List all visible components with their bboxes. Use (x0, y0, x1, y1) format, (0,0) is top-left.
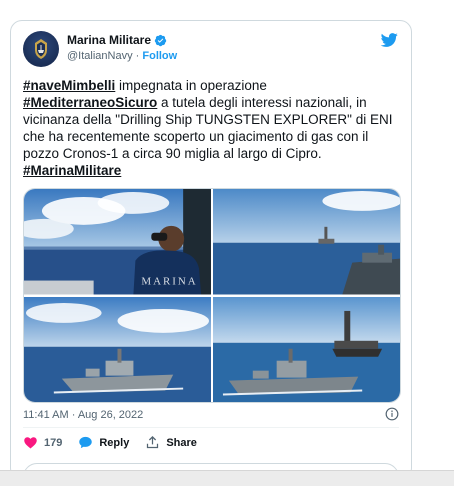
hashtag-link[interactable]: #MarinaMilitare (23, 163, 121, 178)
photo-frigate-image (24, 296, 211, 402)
tweet-header: Marina Militare @ItalianNavy · Follow (23, 31, 399, 71)
twitter-bird-icon[interactable] (379, 31, 399, 49)
photo-frigate-sailing[interactable] (24, 296, 211, 402)
tweet-card: Marina Militare @ItalianNavy · Follow #n… (10, 20, 412, 480)
timestamp[interactable]: 11:41 AM · Aug 26, 2022 (23, 409, 143, 421)
divider (23, 427, 399, 428)
photo-sailor-binoculars[interactable]: MARINA (24, 189, 211, 295)
verified-badge-icon (154, 34, 167, 46)
info-icon[interactable] (385, 407, 399, 421)
separator-dot: · (132, 50, 143, 62)
photo-frigate-drillship-image (213, 296, 400, 402)
photo-frigate-and-drilling-ship[interactable] (213, 296, 400, 402)
reply-bubble-icon (79, 436, 93, 449)
like-button[interactable]: 179 (23, 435, 62, 450)
like-count: 179 (44, 436, 63, 449)
media-grid: MARINA (23, 188, 401, 403)
follow-button[interactable]: Follow (142, 50, 177, 62)
hashtag-link[interactable]: #naveMimbelli (23, 78, 115, 93)
tweet-body-text: impegnata in operazione (115, 78, 267, 93)
share-label: Share (166, 436, 197, 449)
shirt-text: MARINA (141, 276, 197, 288)
reply-label: Reply (99, 436, 130, 449)
action-bar: 179 Reply Share (23, 435, 213, 450)
hashtag-link[interactable]: #MediterraneoSicuro (23, 95, 157, 110)
share-icon (147, 435, 159, 449)
handle[interactable]: @ItalianNavy (67, 50, 133, 62)
photo-distant-ship-image (213, 189, 400, 295)
photo-drilling-ship-distant[interactable] (213, 189, 400, 295)
photo-sailor-image: MARINA (24, 189, 211, 295)
share-button[interactable]: Share (145, 435, 197, 450)
tweet-text: #naveMimbelli impegnata in operazione #M… (23, 77, 401, 179)
heart-icon (24, 437, 37, 449)
navy-crest-icon (35, 39, 47, 59)
avatar[interactable] (23, 31, 59, 67)
page-bottom-bar (0, 470, 454, 486)
display-name[interactable]: Marina Militare (67, 32, 151, 48)
reply-button[interactable]: Reply (78, 435, 129, 450)
